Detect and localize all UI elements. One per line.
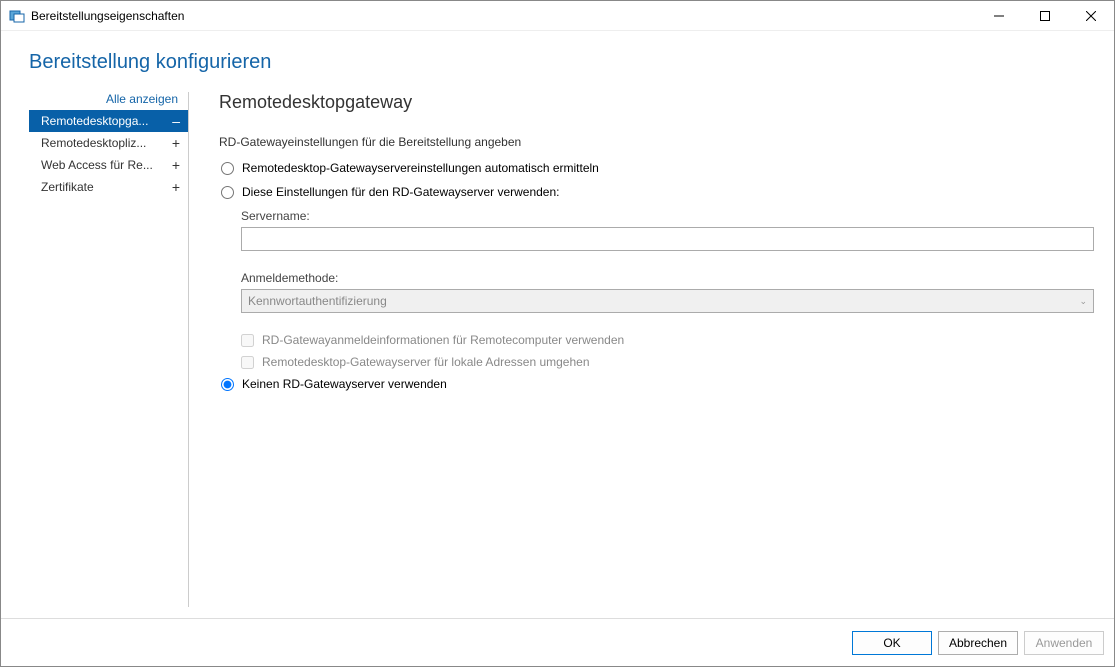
servername-input[interactable] xyxy=(241,227,1094,251)
cancel-button[interactable]: Abbrechen xyxy=(938,631,1018,655)
window-controls xyxy=(976,1,1114,31)
radio-no-gateway[interactable]: Keinen RD-Gatewayserver verwenden xyxy=(219,377,1094,391)
show-all-link[interactable]: Alle anzeigen xyxy=(29,92,188,110)
radio-none-label: Keinen RD-Gatewayserver verwenden xyxy=(242,377,447,391)
panel-subtitle: RD-Gatewayeinstellungen für die Bereitst… xyxy=(219,135,1094,149)
app-icon xyxy=(9,8,25,24)
page-heading: Bereitstellung konfigurieren xyxy=(1,31,1114,92)
radio-use-input[interactable] xyxy=(221,186,234,199)
ok-button[interactable]: OK xyxy=(852,631,932,655)
loginmethod-label: Anmeldemethode: xyxy=(241,271,1094,285)
content-area: Alle anzeigen Remotedesktopga... – Remot… xyxy=(1,92,1114,607)
minimize-button[interactable] xyxy=(976,1,1022,31)
titlebar: Bereitstellungseigenschaften xyxy=(1,1,1114,31)
radio-auto-detect[interactable]: Remotedesktop-Gatewayservereinstellungen… xyxy=(219,161,1094,175)
chevron-down-icon: ⌄ xyxy=(1079,296,1087,307)
maximize-button[interactable] xyxy=(1022,1,1068,31)
main-panel: Remotedesktopgateway RD-Gatewayeinstellu… xyxy=(219,92,1114,607)
expand-icon: + xyxy=(172,158,180,172)
sidebar-item-label: Remotedesktopliz... xyxy=(41,136,168,150)
radio-use-label: Diese Einstellungen für den RD-Gatewayse… xyxy=(242,185,560,199)
checkbox-bypass-local[interactable]: Remotedesktop-Gatewayserver für lokale A… xyxy=(241,355,1094,369)
radio-auto-label: Remotedesktop-Gatewayservereinstellungen… xyxy=(242,161,599,175)
sidebar: Alle anzeigen Remotedesktopga... – Remot… xyxy=(29,92,189,607)
checkbox-bypass-input[interactable] xyxy=(241,356,254,369)
expand-icon: + xyxy=(172,136,180,150)
sidebar-item-rd-gateway[interactable]: Remotedesktopga... – xyxy=(29,110,188,132)
collapse-icon: – xyxy=(172,114,180,128)
checkbox-credentials-input[interactable] xyxy=(241,334,254,347)
radio-auto-input[interactable] xyxy=(221,162,234,175)
loginmethod-value: Kennwortauthentifizierung xyxy=(248,294,387,308)
close-button[interactable] xyxy=(1068,1,1114,31)
sidebar-item-certificates[interactable]: Zertifikate + xyxy=(29,176,188,198)
apply-button[interactable]: Anwenden xyxy=(1024,631,1104,655)
sidebar-item-label: Zertifikate xyxy=(41,180,168,194)
loginmethod-dropdown[interactable]: Kennwortauthentifizierung ⌄ xyxy=(241,289,1094,313)
radio-none-input[interactable] xyxy=(221,378,234,391)
window-title: Bereitstellungseigenschaften xyxy=(31,9,976,23)
sidebar-item-label: Web Access für Re... xyxy=(41,158,168,172)
servername-label: Servername: xyxy=(241,209,1094,223)
checkbox-bypass-label: Remotedesktop-Gatewayserver für lokale A… xyxy=(262,355,590,369)
sidebar-item-web-access[interactable]: Web Access für Re... + xyxy=(29,154,188,176)
expand-icon: + xyxy=(172,180,180,194)
sidebar-item-rd-licensing[interactable]: Remotedesktopliz... + xyxy=(29,132,188,154)
radio-use-settings[interactable]: Diese Einstellungen für den RD-Gatewayse… xyxy=(219,185,1094,199)
panel-title: Remotedesktopgateway xyxy=(219,92,1094,113)
sidebar-item-label: Remotedesktopga... xyxy=(41,114,168,128)
dialog-footer: OK Abbrechen Anwenden xyxy=(1,618,1114,666)
checkbox-credentials-label: RD-Gatewayanmeldeinformationen für Remot… xyxy=(262,333,624,347)
checkbox-use-credentials[interactable]: RD-Gatewayanmeldeinformationen für Remot… xyxy=(241,333,1094,347)
